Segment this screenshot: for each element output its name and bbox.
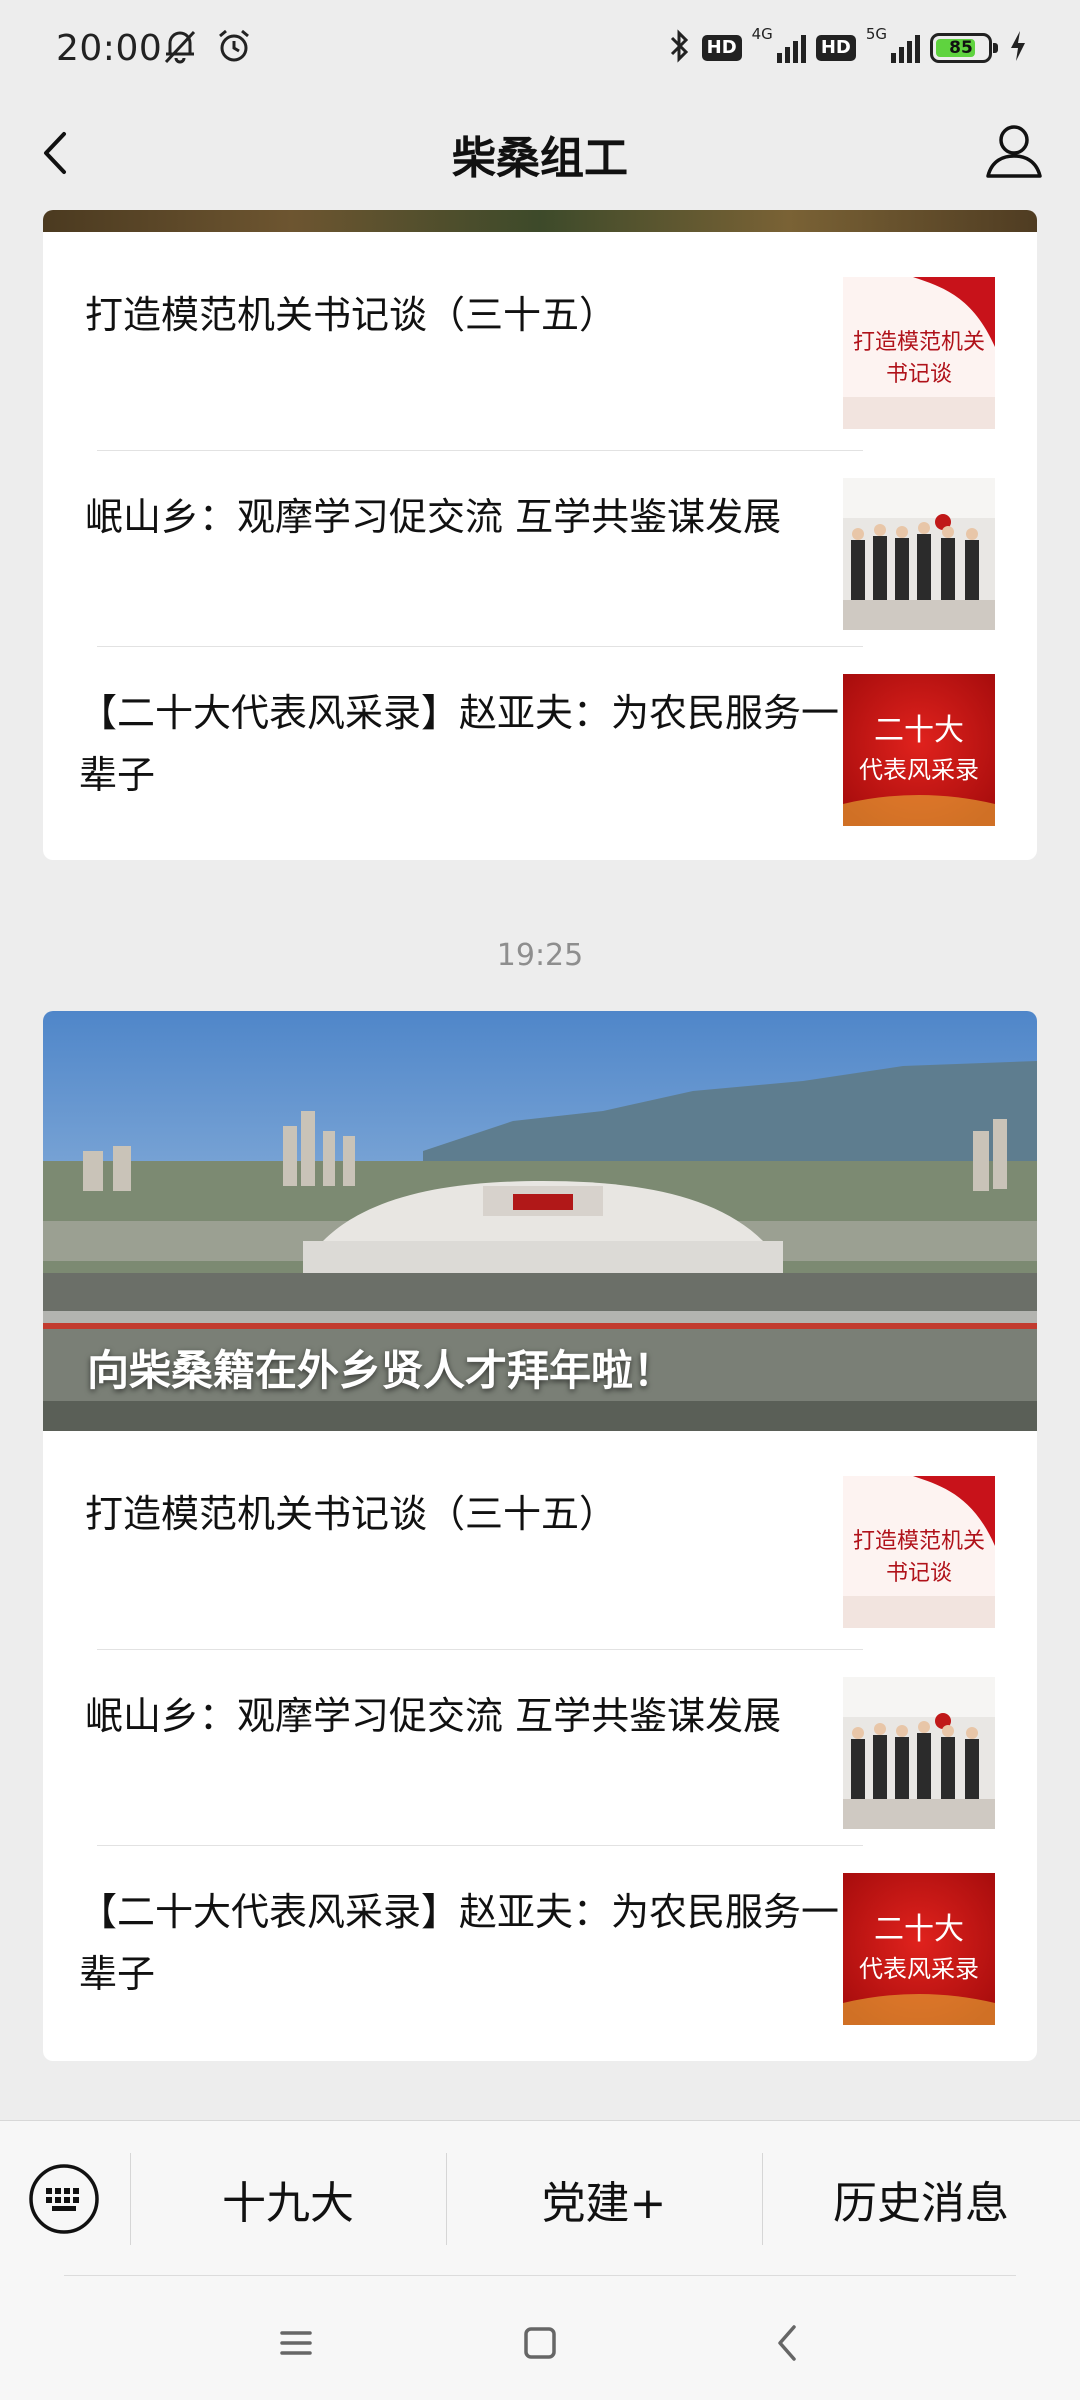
article-item[interactable]: 【二十大代表风采录】赵亚夫：为农民服务一辈子 二十大 代表风采录 xyxy=(43,646,1037,842)
thumb-text: 打造模范机关 xyxy=(853,330,985,355)
page-title: 柴桑组工 xyxy=(452,133,628,184)
menu-item-party-building[interactable]: 党建+ xyxy=(446,2121,762,2276)
menu-item-19th-congress[interactable]: 十九大 xyxy=(130,2121,446,2276)
hd-badge: HD xyxy=(815,35,856,61)
home-icon[interactable] xyxy=(510,2313,570,2373)
bottom-menu: 十九大 党建+ 历史消息 xyxy=(0,2120,1080,2276)
article-thumbnail: 二十大 代表风采录 xyxy=(843,674,995,826)
person-icon xyxy=(986,125,1042,178)
network-type-label: 5G xyxy=(865,25,887,43)
article-card: 向柴桑籍在外乡贤人才拜年啦！ 打造模范机关书记谈（三十五） 打造模范机关 书记谈… xyxy=(43,1011,1037,2061)
battery-level: 85 xyxy=(949,38,973,58)
thumb-text: 二十大 xyxy=(874,1912,964,1947)
thumb-text: 书记谈 xyxy=(886,362,952,387)
thumb-text: 二十大 xyxy=(874,713,964,748)
article-title: 岷山乡：观摩学习促交流 互学共鉴谋发展 xyxy=(85,1694,782,1738)
system-navigation-bar xyxy=(0,2275,1080,2400)
message-timestamp: 19:25 xyxy=(496,938,584,973)
cover-title: 向柴桑籍在外乡贤人才拜年啦！ xyxy=(87,1346,676,1395)
thumb-text: 代表风采录 xyxy=(859,756,979,784)
alarm-icon xyxy=(214,26,254,70)
thumb-text: 打造模范机关 xyxy=(853,1529,985,1554)
keyboard-icon xyxy=(29,2164,99,2234)
keyboard-toggle-button[interactable] xyxy=(28,2163,100,2235)
article-card: 打造模范机关书记谈（三十五） 打造模范机关 书记谈 岷山乡：观摩学习促交流 互学… xyxy=(43,210,1037,860)
nav-header: 柴桑组工 xyxy=(0,100,1080,210)
article-title: 打造模范机关书记谈（三十五） xyxy=(85,293,618,337)
article-thumbnail xyxy=(843,478,995,630)
article-title: 打造模范机关书记谈（三十五） xyxy=(85,1492,618,1536)
signal-icon xyxy=(891,33,920,63)
menu-item-history[interactable]: 历史消息 xyxy=(762,2121,1080,2276)
status-bar: 20:00 HD 4G HD 5G 85 xyxy=(0,0,1080,100)
article-item[interactable]: 岷山乡：观摩学习促交流 互学共鉴谋发展 xyxy=(43,1649,1037,1845)
cover-image-partial[interactable] xyxy=(43,210,1037,232)
signal-icon xyxy=(776,33,806,63)
thumb-text: 书记谈 xyxy=(886,1561,952,1586)
cover-image[interactable]: 向柴桑籍在外乡贤人才拜年啦！ xyxy=(43,1011,1037,1431)
article-thumbnail: 打造模范机关 书记谈 xyxy=(843,1476,995,1628)
menu-icon[interactable] xyxy=(266,2313,326,2373)
article-thumbnail: 二十大 代表风采录 xyxy=(843,1873,995,2025)
article-title: 岷山乡：观摩学习促交流 互学共鉴谋发展 xyxy=(85,495,782,539)
divider xyxy=(64,2275,1016,2276)
status-time: 20:00 xyxy=(56,28,163,69)
article-item[interactable]: 岷山乡：观摩学习促交流 互学共鉴谋发展 xyxy=(43,450,1037,646)
mute-vibrate-icon xyxy=(160,26,200,70)
back-icon[interactable] xyxy=(758,2313,818,2373)
thumb-text: 代表风采录 xyxy=(859,1955,979,1983)
article-item[interactable]: 【二十大代表风采录】赵亚夫：为农民服务一辈子 二十大 代表风采录 xyxy=(43,1845,1037,2041)
article-thumbnail xyxy=(843,1677,995,1829)
article-thumbnail: 打造模范机关 书记谈 xyxy=(843,277,995,429)
article-item[interactable]: 打造模范机关书记谈（三十五） 打造模范机关 书记谈 xyxy=(43,232,1037,429)
article-item[interactable]: 打造模范机关书记谈（三十五） 打造模范机关 书记谈 xyxy=(43,1431,1037,1628)
battery-icon: 85 xyxy=(930,33,998,63)
bluetooth-icon xyxy=(666,26,692,70)
article-title: 【二十大代表风采录】赵亚夫：为农民服务一辈子 xyxy=(79,1890,840,1996)
profile-button[interactable] xyxy=(978,116,1050,188)
hd-badge: HD xyxy=(701,35,742,61)
network-type-label: 4G xyxy=(751,25,773,43)
article-title: 【二十大代表风采录】赵亚夫：为农民服务一辈子 xyxy=(79,691,840,797)
charging-icon xyxy=(1008,29,1028,67)
